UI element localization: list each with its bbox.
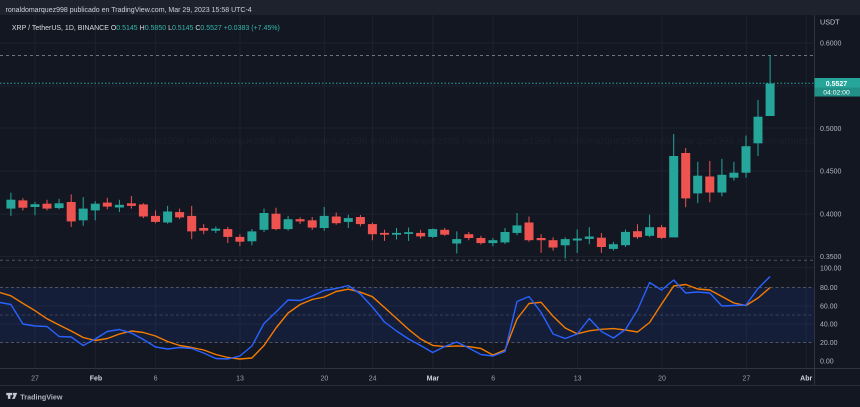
- svg-text:0.4000: 0.4000: [820, 211, 842, 218]
- svg-text:Abr: Abr: [800, 375, 812, 382]
- svg-text:13: 13: [236, 375, 244, 382]
- svg-text:Feb: Feb: [90, 375, 102, 382]
- svg-text:ronaldomarquez998 ronaldomarqu: ronaldomarquez998 ronaldomarquez998 rona…: [95, 136, 860, 147]
- svg-text:13: 13: [574, 375, 582, 382]
- svg-text:24: 24: [369, 375, 377, 382]
- svg-text:27: 27: [31, 375, 39, 382]
- svg-text:USDT: USDT: [820, 18, 840, 27]
- svg-text:20: 20: [658, 375, 666, 382]
- svg-text:60.00: 60.00: [820, 304, 838, 311]
- svg-text:XRP / TetherUS, 1D, BINANCE O: XRP / TetherUS, 1D, BINANCE O0.5145 H0.5…: [12, 25, 280, 32]
- svg-text:ronaldomarquez998 publicado en: ronaldomarquez998 publicado en TradingVi…: [6, 7, 252, 14]
- svg-text:80.00: 80.00: [820, 285, 838, 292]
- svg-text:6: 6: [154, 375, 158, 382]
- svg-text:TradingView: TradingView: [20, 393, 63, 402]
- svg-text:0.3500: 0.3500: [820, 254, 842, 261]
- svg-text:20.00: 20.00: [820, 340, 838, 347]
- svg-text:0.5000: 0.5000: [820, 126, 842, 133]
- svg-text:40.00: 40.00: [820, 322, 838, 329]
- svg-text:27: 27: [743, 375, 751, 382]
- svg-text:0.5527: 0.5527: [826, 81, 848, 88]
- svg-text:20: 20: [321, 375, 329, 382]
- svg-text:6: 6: [491, 375, 495, 382]
- svg-text:0.6000: 0.6000: [820, 41, 842, 48]
- svg-text:100.00: 100.00: [820, 266, 842, 273]
- svg-text:04:02:00: 04:02:00: [823, 89, 850, 96]
- svg-text:0.00: 0.00: [820, 359, 834, 366]
- svg-text:Mar: Mar: [427, 375, 440, 382]
- svg-text:0.4500: 0.4500: [820, 169, 842, 176]
